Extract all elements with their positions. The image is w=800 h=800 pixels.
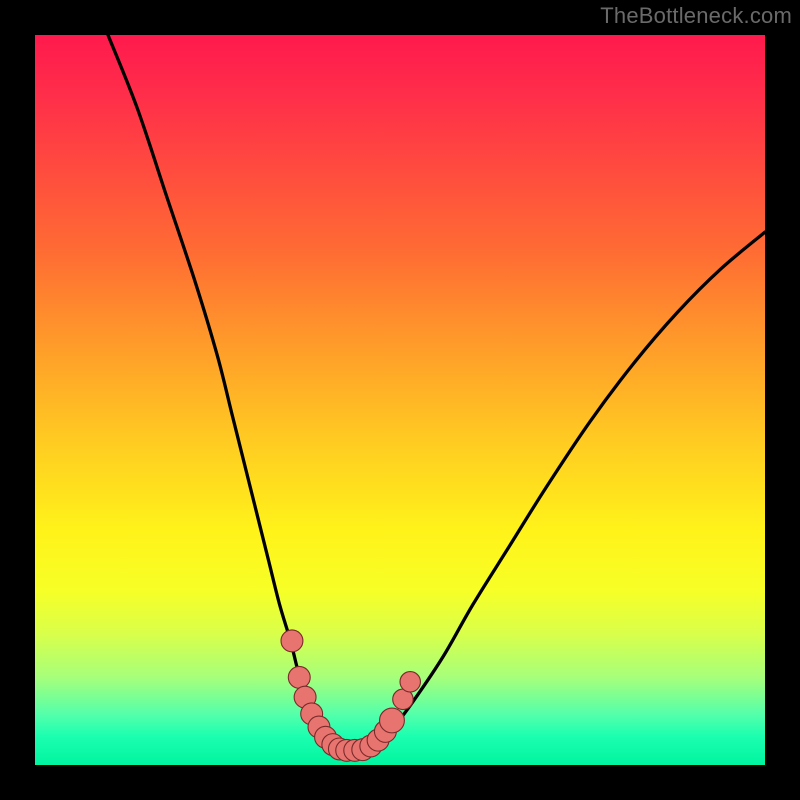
- curve-marker: [281, 630, 303, 652]
- curve-markers: [281, 630, 420, 761]
- curve-marker: [400, 672, 420, 692]
- curve-marker: [288, 666, 310, 688]
- chart-frame: TheBottleneck.com: [0, 0, 800, 800]
- bottleneck-curve: [108, 35, 765, 751]
- plot-area: [35, 35, 765, 765]
- watermark-text: TheBottleneck.com: [600, 3, 792, 29]
- curve-marker: [380, 708, 405, 733]
- curve-layer: [35, 35, 765, 765]
